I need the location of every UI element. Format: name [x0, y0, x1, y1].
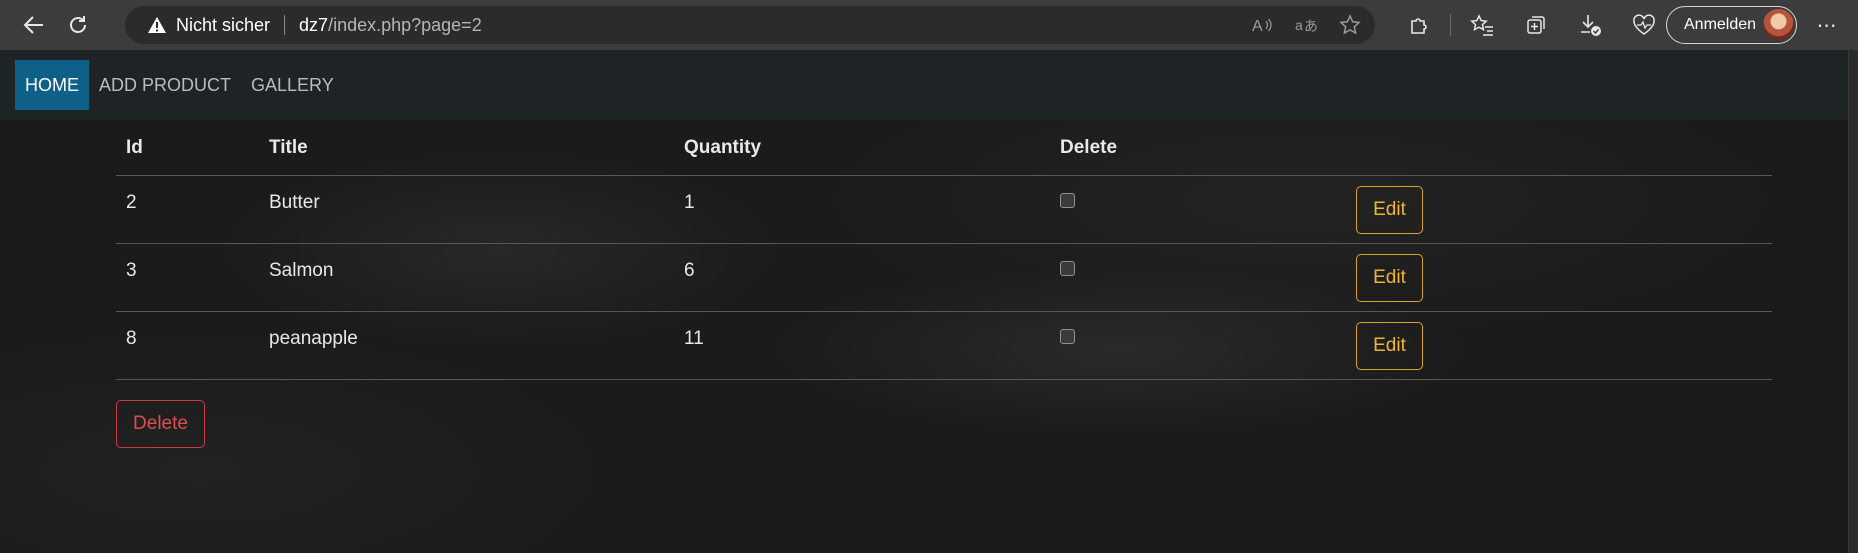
health-button[interactable] — [1617, 3, 1671, 47]
cell-delete — [1050, 311, 1346, 379]
table-header-row: Id Title Quantity Delete — [116, 121, 1772, 175]
delete-selected-button[interactable]: Delete — [116, 400, 205, 448]
edit-button[interactable]: Edit — [1356, 253, 1423, 302]
cell-id: 8 — [126, 327, 137, 349]
url-path: /index.php?page=2 — [328, 14, 482, 35]
browser-tools — [1392, 0, 1671, 50]
svg-text:a: a — [1295, 17, 1303, 33]
favorites-list-icon — [1470, 14, 1493, 36]
security-label[interactable]: Nicht sicher — [176, 15, 270, 36]
avatar — [1763, 9, 1794, 40]
url-host: dz7 — [299, 14, 329, 35]
svg-text:A: A — [1252, 18, 1263, 35]
toolbar-divider — [1450, 14, 1451, 36]
header-edit — [1346, 121, 1772, 175]
browser-toolbar: Nicht sicher dz7/index.php?page=2 A aあ A… — [0, 0, 1858, 50]
reload-button[interactable] — [56, 3, 100, 47]
favorites-button[interactable] — [1455, 3, 1509, 47]
header-delete: Delete — [1060, 136, 1118, 158]
page-content: HOME ADD PRODUCT GALLERY Id Title Quanti… — [0, 50, 1858, 553]
delete-checkbox[interactable] — [1060, 192, 1075, 208]
cell-delete — [1050, 243, 1346, 311]
more-menu-button[interactable]: ⋯ — [1812, 13, 1842, 37]
cell-quantity: 6 — [684, 259, 695, 281]
cell-title: Salmon — [269, 259, 334, 281]
delete-checkbox[interactable] — [1060, 328, 1075, 344]
cell-quantity: 11 — [684, 327, 704, 349]
back-arrow-icon — [23, 16, 43, 34]
svg-text:あ: あ — [1304, 19, 1317, 35]
cell-edit: Edit — [1346, 243, 1772, 311]
table-row: 2 Butter 1 Edit — [116, 175, 1772, 243]
cell-quantity: 1 — [684, 191, 695, 213]
collections-button[interactable] — [1509, 3, 1563, 47]
collections-icon — [1527, 16, 1545, 34]
favorite-star-icon[interactable] — [1339, 14, 1361, 36]
heart-pulse-icon — [1633, 14, 1655, 35]
site-navbar: HOME ADD PRODUCT GALLERY — [0, 50, 1848, 120]
url-text[interactable]: dz7/index.php?page=2 — [299, 15, 482, 36]
header-id: Id — [126, 136, 143, 158]
table-row: 8 peanapple 11 Edit — [116, 311, 1772, 379]
extensions-button[interactable] — [1392, 3, 1446, 47]
edit-button[interactable]: Edit — [1356, 321, 1423, 370]
address-divider — [284, 15, 286, 35]
delete-checkbox[interactable] — [1060, 260, 1075, 276]
cell-edit: Edit — [1346, 175, 1772, 243]
download-icon — [1581, 15, 1601, 36]
edit-button[interactable]: Edit — [1356, 185, 1423, 234]
cell-id: 3 — [126, 259, 137, 281]
signin-button[interactable]: Anmelden — [1666, 6, 1797, 44]
warning-icon[interactable] — [147, 16, 167, 34]
signin-label: Anmelden — [1684, 16, 1757, 33]
table-row: 3 Salmon 6 Edit — [116, 243, 1772, 311]
back-button[interactable] — [12, 3, 56, 47]
cell-title: peanapple — [269, 327, 358, 349]
address-bar[interactable]: Nicht sicher dz7/index.php?page=2 A aあ — [125, 6, 1375, 44]
puzzle-icon — [1411, 18, 1427, 34]
header-quantity: Quantity — [684, 136, 762, 158]
page-scrollbar[interactable] — [1848, 50, 1858, 553]
translate-icon[interactable]: aあ — [1295, 15, 1317, 35]
cell-edit: Edit — [1346, 311, 1772, 379]
nav-home[interactable]: HOME — [15, 60, 89, 110]
reload-icon — [70, 16, 86, 33]
cell-title: Butter — [269, 191, 320, 213]
downloads-button[interactable] — [1563, 3, 1617, 47]
products-table: Id Title Quantity Delete 2 Butter 1 Edit… — [116, 121, 1772, 380]
header-title: Title — [269, 136, 308, 158]
nav-add-product[interactable]: ADD PRODUCT — [89, 60, 241, 110]
nav-gallery[interactable]: GALLERY — [241, 60, 344, 110]
cell-id: 2 — [126, 191, 137, 213]
read-aloud-icon[interactable]: A — [1251, 15, 1273, 35]
cell-delete — [1050, 175, 1346, 243]
